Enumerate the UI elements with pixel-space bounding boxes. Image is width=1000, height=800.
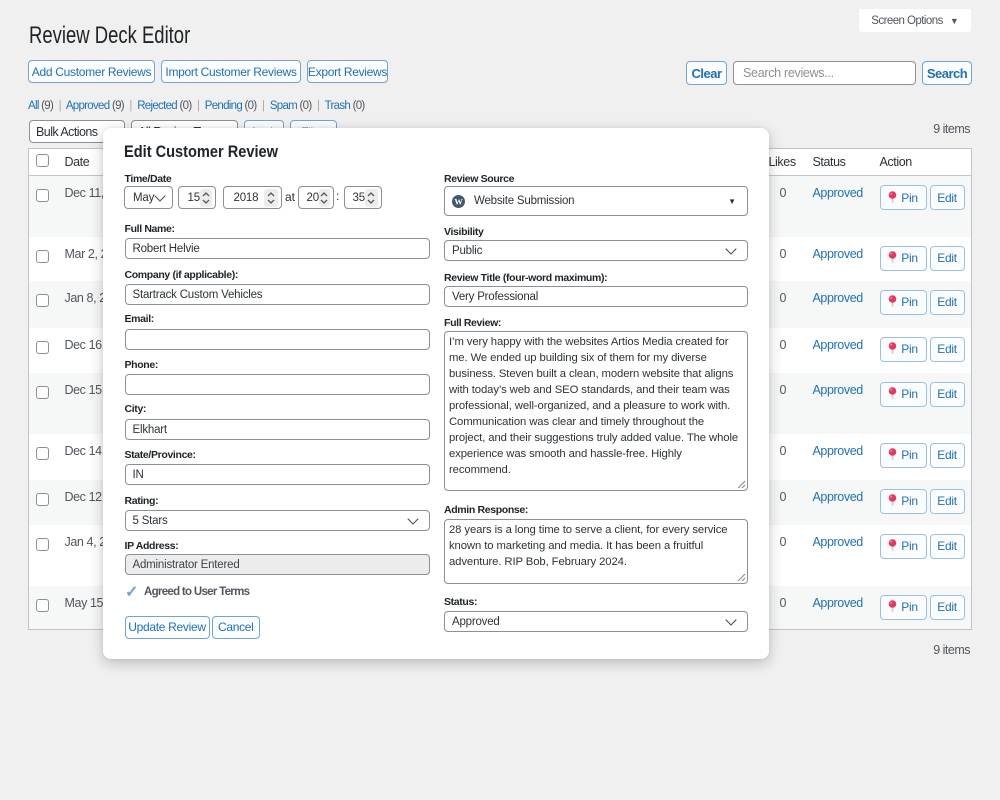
svg-text:W: W [454,196,463,206]
